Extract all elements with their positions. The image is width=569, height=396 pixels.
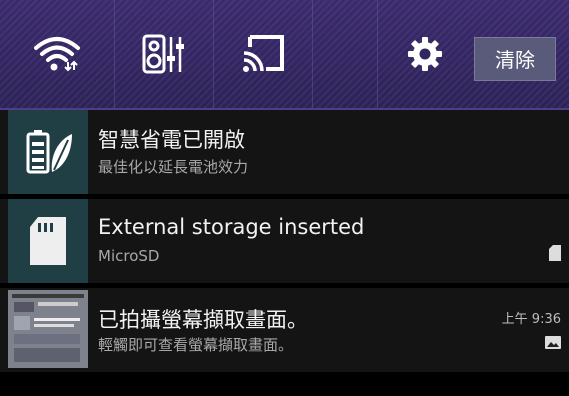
thumbnail-detail: [38, 302, 78, 306]
thumbnail-detail: [14, 334, 80, 344]
notification-battery-saver[interactable]: 智慧省電已開啟 最佳化以延長電池效力: [0, 110, 569, 194]
image-small-icon: [545, 336, 561, 349]
sd-card-icon: [30, 217, 66, 265]
thumbnail-detail: [34, 318, 80, 321]
thumbnail-detail: [34, 324, 74, 327]
notification-time: 上午 9:36: [501, 312, 561, 327]
wifi-icon: [34, 37, 80, 72]
notification-title: 智慧省電已開啟: [98, 128, 245, 152]
notification-external-storage[interactable]: External storage inserted MicroSD: [0, 199, 569, 283]
settings-button[interactable]: [395, 0, 455, 108]
gear-icon: [408, 37, 442, 71]
sd-card-small-icon: [549, 245, 561, 261]
cast-screen-icon: [242, 35, 284, 72]
quick-settings-bar: 清除: [0, 0, 569, 110]
notification-subtitle: 輕觸即可查看螢幕擷取畫面。: [98, 336, 294, 354]
notification-subtitle: MicroSD: [98, 247, 160, 265]
notification-icon-tile: [8, 110, 88, 194]
cast-toggle[interactable]: [213, 0, 312, 108]
divider: [312, 0, 313, 108]
thumbnail-detail: [12, 294, 84, 298]
audio-equalizer-icon: [142, 34, 184, 74]
thumbnail-detail: [14, 316, 30, 330]
clear-all-button[interactable]: 清除: [474, 37, 556, 81]
thumbnail-detail: [14, 302, 34, 312]
battery-leaf-icon: [26, 130, 72, 174]
thumbnail-detail: [14, 348, 80, 362]
divider: [377, 0, 378, 108]
wifi-toggle[interactable]: [0, 0, 114, 108]
notification-icon-tile: [8, 199, 88, 283]
notification-title: External storage inserted: [98, 215, 365, 239]
audio-toggle[interactable]: [114, 0, 213, 108]
screenshot-thumbnail: [8, 290, 88, 368]
notification-title: 已拍攝螢幕擷取畫面。: [98, 308, 308, 332]
notification-subtitle: 最佳化以延長電池效力: [98, 158, 249, 176]
